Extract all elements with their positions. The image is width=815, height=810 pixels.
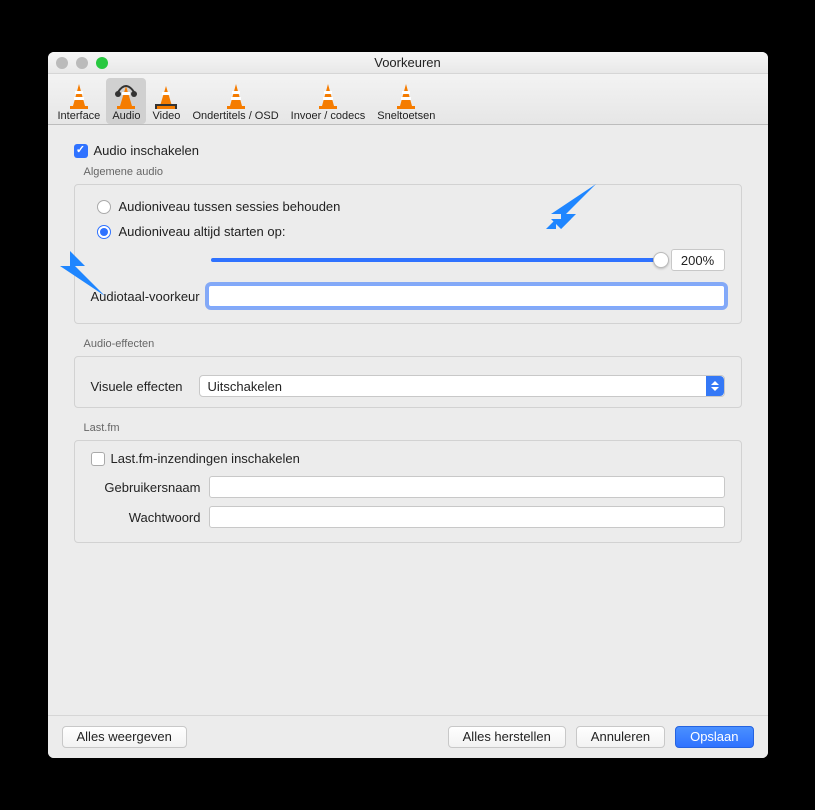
audio-language-label: Audiotaal-voorkeur (91, 289, 200, 304)
content-area: Audio inschakelen Algemene audio Audioni… (48, 125, 768, 715)
close-icon[interactable] (56, 57, 68, 69)
radio-label: Audioniveau tussen sessies behouden (119, 199, 341, 214)
lastfm-username-row: Gebruikersnaam (91, 476, 725, 498)
titlebar: Voorkeuren (48, 52, 768, 74)
lastfm-enable-label: Last.fm-inzendingen inschakelen (111, 451, 300, 466)
radio-start-level[interactable]: Audioniveau altijd starten op: (97, 224, 725, 239)
cone-film-icon (152, 82, 180, 110)
minimize-icon[interactable] (76, 57, 88, 69)
lastfm-password-label: Wachtwoord (91, 510, 201, 525)
audio-language-input[interactable] (208, 285, 725, 307)
visual-effects-row: Visuele effecten Uitschakelen (91, 375, 725, 397)
tab-label: Ondertitels / OSD (192, 110, 278, 122)
button-bar: Alles weergeven Alles herstellen Annuler… (48, 715, 768, 758)
tab-label: Audio (112, 110, 140, 122)
zoom-icon[interactable] (96, 57, 108, 69)
window-title: Voorkeuren (374, 55, 441, 70)
audio-language-row: Audiotaal-voorkeur (91, 285, 725, 307)
select-value: Uitschakelen (208, 379, 282, 394)
enable-audio-row[interactable]: Audio inschakelen (74, 143, 746, 158)
cone-headphones-icon (112, 82, 140, 110)
cancel-button[interactable]: Annuleren (576, 726, 665, 748)
lastfm-password-row: Wachtwoord (91, 506, 725, 528)
chevron-updown-icon (706, 376, 724, 396)
lastfm-username-input[interactable] (209, 476, 725, 498)
visual-effects-select[interactable]: Uitschakelen (199, 375, 725, 397)
lastfm-title: Last.fm (84, 422, 746, 434)
tab-label: Invoer / codecs (291, 110, 366, 122)
toolbar: Interface Audio Video Ondertitels / OSD … (48, 74, 768, 125)
tab-hotkeys[interactable]: Sneltoetsen (371, 78, 441, 124)
volume-slider-row: 200% (91, 249, 725, 271)
cone-icon (314, 82, 342, 110)
visual-effects-label: Visuele effecten (91, 379, 191, 394)
volume-slider[interactable] (211, 258, 661, 262)
show-all-button[interactable]: Alles weergeven (62, 726, 187, 748)
radio-label: Audioniveau altijd starten op: (119, 224, 286, 239)
checkbox-unchecked-icon[interactable] (91, 452, 105, 466)
radio-unselected-icon[interactable] (97, 200, 111, 214)
traffic-lights (56, 57, 108, 69)
tab-label: Video (152, 110, 180, 122)
lastfm-password-input[interactable] (209, 506, 725, 528)
save-button[interactable]: Opslaan (675, 726, 753, 748)
tab-interface[interactable]: Interface (52, 78, 107, 124)
audio-effects-title: Audio-effecten (84, 338, 746, 350)
reset-button[interactable]: Alles herstellen (448, 726, 566, 748)
audio-effects-group: Visuele effecten Uitschakelen (74, 356, 742, 408)
enable-audio-label: Audio inschakelen (94, 143, 200, 158)
lastfm-username-label: Gebruikersnaam (91, 480, 201, 495)
volume-value-field[interactable]: 200% (671, 249, 725, 271)
general-audio-title: Algemene audio (84, 166, 746, 178)
lastfm-enable-row[interactable]: Last.fm-inzendingen inschakelen (91, 451, 725, 466)
general-audio-group: Audioniveau tussen sessies behouden Audi… (74, 184, 742, 324)
tab-label: Sneltoetsen (377, 110, 435, 122)
tab-label: Interface (58, 110, 101, 122)
radio-keep-level[interactable]: Audioniveau tussen sessies behouden (97, 199, 725, 214)
tab-video[interactable]: Video (146, 78, 186, 124)
cone-icon (222, 82, 250, 110)
cone-icon (65, 82, 93, 110)
slider-thumb-icon[interactable] (653, 252, 669, 268)
tab-input-codecs[interactable]: Invoer / codecs (285, 78, 372, 124)
preferences-window: Voorkeuren Interface Audio Video Onderti… (48, 52, 768, 758)
tab-audio[interactable]: Audio (106, 78, 146, 124)
lastfm-group: Last.fm-inzendingen inschakelen Gebruike… (74, 440, 742, 543)
cone-icon (392, 82, 420, 110)
radio-selected-icon[interactable] (97, 225, 111, 239)
tab-subtitles[interactable]: Ondertitels / OSD (186, 78, 284, 124)
checkbox-checked-icon[interactable] (74, 144, 88, 158)
